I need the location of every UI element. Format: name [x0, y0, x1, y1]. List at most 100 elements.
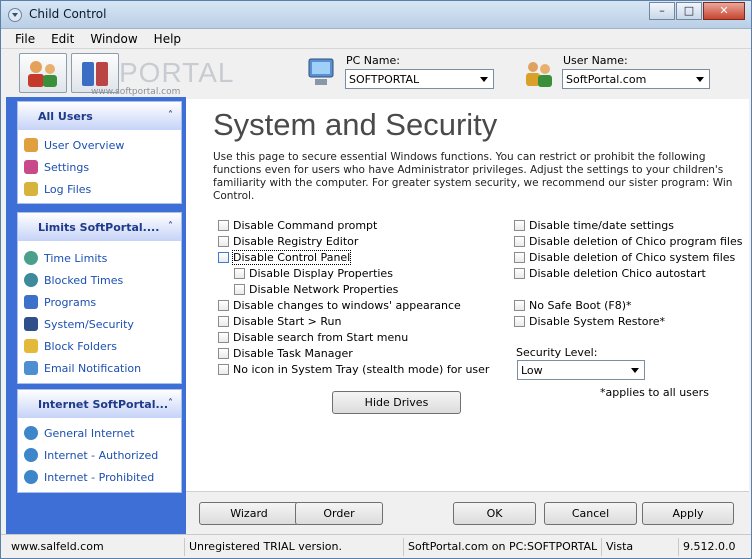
- pc-name-value: SOFTPORTAL: [349, 73, 420, 86]
- user-name-select[interactable]: SoftPortal.com: [562, 69, 710, 89]
- sidebar-item-label: User Overview: [44, 138, 125, 152]
- menu-window[interactable]: Window: [82, 29, 145, 48]
- ok-button[interactable]: OK: [453, 502, 536, 525]
- menu-bar: File Edit Window Help: [1, 29, 751, 49]
- checkbox-disable-start-search[interactable]: Disable search from Start menu: [218, 331, 408, 344]
- menu-file[interactable]: File: [7, 29, 43, 48]
- sidebar-item-time-limits[interactable]: Time Limits: [18, 247, 181, 269]
- globe-icon: [24, 448, 38, 462]
- checkbox[interactable]: [218, 316, 229, 327]
- checkbox[interactable]: [514, 236, 525, 247]
- sidebar-item-log-files[interactable]: Log Files: [18, 178, 181, 200]
- sidebar-item-label: Internet - Authorized: [44, 448, 159, 462]
- checkbox-disable-control-panel[interactable]: Disable Control Panel: [218, 250, 352, 265]
- users-icon: [28, 61, 57, 87]
- checkbox[interactable]: [234, 284, 245, 295]
- checkbox-label: No Safe Boot (F8)*: [529, 299, 632, 312]
- checkbox-disable-display-properties[interactable]: Disable Display Properties: [234, 267, 393, 280]
- collapse-icon[interactable]: ˄: [168, 221, 173, 232]
- checkbox-label: Disable Control Panel: [231, 250, 352, 265]
- checkbox-disable-start-run[interactable]: Disable Start > Run: [218, 315, 341, 328]
- checkbox-disable-system-restore[interactable]: Disable System Restore*: [514, 315, 665, 328]
- sidebar-item-blocked-times[interactable]: Blocked Times: [18, 269, 181, 291]
- checkbox-disable-task-manager[interactable]: Disable Task Manager: [218, 347, 353, 360]
- sidebar-item-block-folders[interactable]: Block Folders: [18, 335, 181, 357]
- checkbox[interactable]: [234, 268, 245, 279]
- sidebar-item-programs[interactable]: Programs: [18, 291, 181, 313]
- hide-drives-button[interactable]: Hide Drives: [332, 391, 461, 414]
- security-level-value: Low: [521, 364, 543, 377]
- sidebar-item-label: Time Limits: [44, 251, 108, 265]
- panel-header[interactable]: Limits SoftPortal.... ˄: [18, 213, 181, 241]
- logo-url: www.softportal.com: [91, 87, 181, 97]
- checkbox-label: Disable search from Start menu: [233, 331, 409, 344]
- status-site: www.salfeld.com: [11, 540, 104, 553]
- system-menu-icon[interactable]: [8, 8, 22, 22]
- checkbox[interactable]: [218, 236, 229, 247]
- checkbox-label: Disable deletion of Chico program files: [529, 235, 743, 248]
- close-button[interactable]: ✕: [703, 2, 745, 20]
- cancel-button[interactable]: Cancel: [544, 502, 637, 525]
- checkbox-disable-delete-autostart[interactable]: Disable deletion Chico autostart: [514, 267, 706, 280]
- checkbox[interactable]: [218, 364, 229, 375]
- sidebar: All Users ˄ User Overview Settings Log Fi…: [6, 97, 186, 534]
- checkbox-stealth-mode[interactable]: No icon in System Tray (stealth mode) fo…: [218, 363, 489, 376]
- menu-help[interactable]: Help: [146, 29, 189, 48]
- sidebar-item-email-notification[interactable]: Email Notification: [18, 357, 181, 379]
- main-content: System and Security Use this page to sec…: [186, 99, 749, 536]
- checkbox-disable-delete-system-files[interactable]: Disable deletion of Chico system files: [514, 251, 735, 264]
- minimize-button[interactable]: –: [649, 2, 675, 20]
- checkbox[interactable]: [514, 220, 525, 231]
- checkbox[interactable]: [218, 300, 229, 311]
- sidebar-item-label: System/Security: [44, 317, 134, 331]
- sidebar-item-internet-prohibited[interactable]: Internet - Prohibited: [18, 466, 181, 488]
- folder-icon: [24, 339, 38, 353]
- sidebar-item-general-internet[interactable]: General Internet: [18, 422, 181, 444]
- checkbox-disable-time-date[interactable]: Disable time/date settings: [514, 219, 674, 232]
- checkbox[interactable]: [218, 332, 229, 343]
- sidebar-item-user-overview[interactable]: User Overview: [18, 134, 181, 156]
- programs-icon: [24, 295, 38, 309]
- apply-button[interactable]: Apply: [642, 502, 734, 525]
- panel-header[interactable]: Internet SoftPortal... ˄: [18, 390, 181, 418]
- title-bar: Child Control – □ ✕: [1, 1, 751, 29]
- user-name-label: User Name:: [563, 54, 628, 67]
- order-button[interactable]: Order: [295, 502, 383, 525]
- checkbox-no-safe-boot[interactable]: No Safe Boot (F8)*: [514, 299, 632, 312]
- sidebar-item-settings[interactable]: Settings: [18, 156, 181, 178]
- app-window: Child Control – □ ✕ File Edit Window Hel…: [0, 0, 752, 559]
- log-icon: [24, 182, 38, 196]
- collapse-icon[interactable]: ˄: [168, 398, 173, 409]
- status-version: 9.512.0.0: [678, 538, 735, 556]
- security-level-select[interactable]: Low: [517, 360, 645, 380]
- clock-icon: [24, 273, 38, 287]
- checkbox[interactable]: [218, 220, 229, 231]
- checkbox-disable-network-properties[interactable]: Disable Network Properties: [234, 283, 398, 296]
- collapse-icon[interactable]: ˄: [168, 110, 173, 121]
- pc-name-select[interactable]: SOFTPORTAL: [345, 69, 494, 89]
- checkbox-disable-registry-editor[interactable]: Disable Registry Editor: [218, 235, 358, 248]
- checkbox[interactable]: [514, 252, 525, 263]
- checkbox-disable-command-prompt[interactable]: Disable Command prompt: [218, 219, 377, 232]
- checkbox[interactable]: [514, 268, 525, 279]
- checkbox-label: Disable deletion Chico autostart: [529, 267, 706, 280]
- toolbar: PORTAL www.softportal.com PC Name: SOFTP…: [1, 49, 751, 99]
- sidebar-item-system-security[interactable]: System/Security: [18, 313, 181, 335]
- checkbox-disable-delete-program-files[interactable]: Disable deletion of Chico program files: [514, 235, 742, 248]
- page-title: System and Security: [213, 107, 498, 142]
- checkbox-label: Disable Network Properties: [249, 283, 399, 296]
- checkbox-label: Disable Start > Run: [233, 315, 342, 328]
- checkbox[interactable]: [514, 316, 525, 327]
- menu-edit[interactable]: Edit: [43, 29, 82, 48]
- panel-header[interactable]: All Users ˄: [18, 102, 181, 130]
- checkbox-disable-appearance-changes[interactable]: Disable changes to windows' appearance: [218, 299, 461, 312]
- checkbox[interactable]: [514, 300, 525, 311]
- users-toolbar-button[interactable]: [19, 53, 67, 93]
- sidebar-item-label: Log Files: [44, 182, 92, 196]
- checkbox[interactable]: [218, 348, 229, 359]
- wizard-button[interactable]: Wizard: [199, 502, 299, 525]
- sidebar-item-internet-authorized[interactable]: Internet - Authorized: [18, 444, 181, 466]
- sidebar-item-label: Internet - Prohibited: [44, 470, 155, 484]
- checkbox[interactable]: [218, 252, 229, 263]
- maximize-button[interactable]: □: [676, 2, 702, 20]
